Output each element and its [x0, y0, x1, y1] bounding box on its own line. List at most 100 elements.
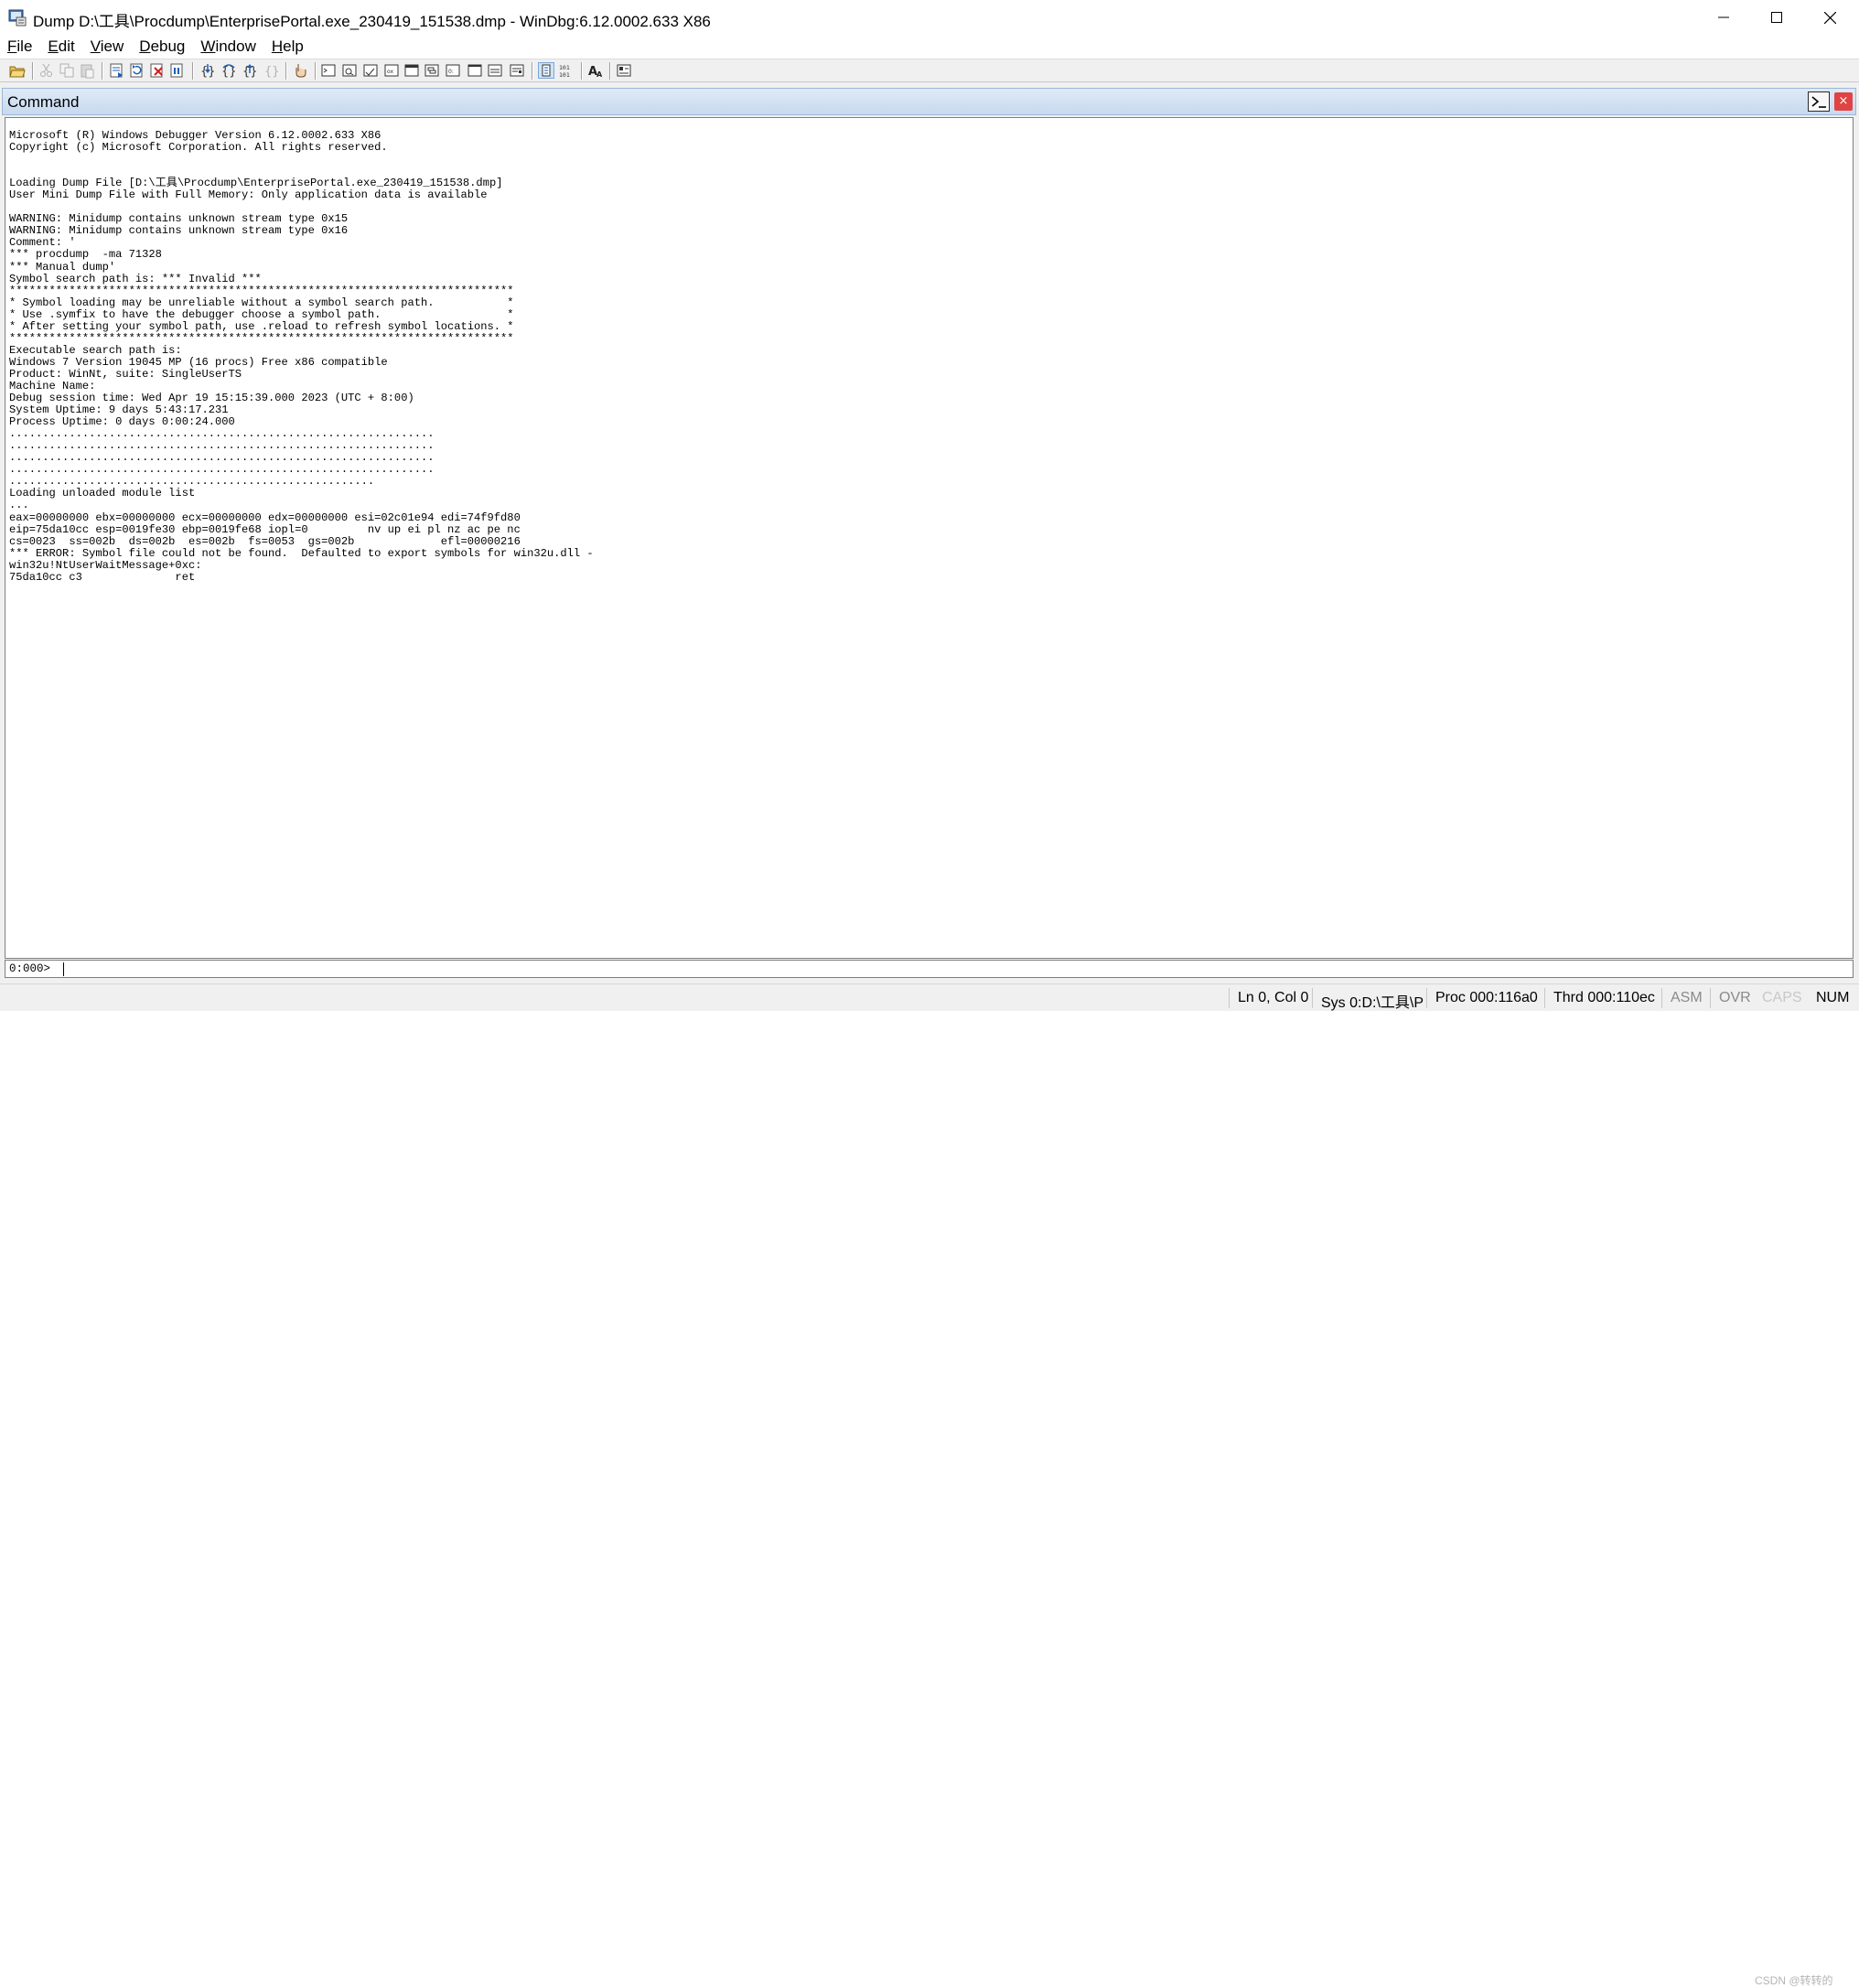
- call-stack-window-icon[interactable]: [424, 62, 440, 79]
- output-line: ........................................…: [9, 451, 435, 465]
- status-sys: Sys 0:D:\工具\P: [1321, 995, 1424, 1011]
- menu-view[interactable]: View: [83, 36, 133, 58]
- console-toggle-button[interactable]: [1808, 91, 1830, 112]
- menu-window-mnemonic: W: [200, 38, 216, 55]
- command-output-text: Microsoft (R) Windows Debugger Version 6…: [5, 118, 1853, 584]
- menu-view-label: iew: [100, 38, 124, 55]
- output-line: eip=75da10cc esp=0019fe30 ebp=0019fe68 i…: [9, 522, 521, 536]
- svg-text:ox: ox: [387, 69, 393, 75]
- svg-text:101: 101: [559, 64, 570, 71]
- command-window-icon[interactable]: [320, 62, 337, 79]
- output-line: 75da10cc c3 ret: [9, 570, 196, 584]
- output-line: WARNING: Minidump contains unknown strea…: [9, 224, 349, 238]
- output-line: eax=00000000 ebx=00000000 ecx=00000000 e…: [9, 510, 521, 524]
- command-prompt-label: 0:000>: [9, 962, 51, 975]
- output-line: *** Manual dump': [9, 260, 116, 274]
- hex-mode-icon[interactable]: 101 101: [558, 62, 575, 79]
- step-out-icon[interactable]: {}: [242, 62, 258, 79]
- output-line: ...: [9, 499, 29, 512]
- output-line: ........................................…: [9, 427, 435, 441]
- minimize-button[interactable]: [1697, 0, 1750, 35]
- output-line: * After setting your symbol path, use .r…: [9, 319, 514, 333]
- memory-window-icon[interactable]: [403, 62, 420, 79]
- menu-file-label: ile: [16, 38, 33, 55]
- go-icon[interactable]: [109, 62, 125, 79]
- watch-window-icon[interactable]: [341, 62, 358, 79]
- options-window-icon[interactable]: [509, 62, 525, 79]
- menu-help-label: elp: [283, 38, 304, 55]
- output-line: Symbol search path is: *** Invalid ***: [9, 272, 262, 285]
- insert-breakpoint-icon[interactable]: [292, 62, 308, 79]
- paste-icon[interactable]: [79, 62, 95, 79]
- command-output[interactable]: Microsoft (R) Windows Debugger Version 6…: [5, 117, 1854, 959]
- windbg-app-icon: [8, 8, 27, 27]
- close-button[interactable]: [1803, 0, 1856, 35]
- minimize-icon: [1718, 16, 1729, 18]
- menu-help[interactable]: Help: [264, 36, 312, 58]
- options-icon[interactable]: [616, 62, 632, 79]
- svg-text:101: 101: [559, 71, 570, 79]
- output-line: Microsoft (R) Windows Debugger Version 6…: [9, 129, 381, 142]
- maximize-button[interactable]: [1750, 0, 1803, 35]
- output-line: System Uptime: 9 days 5:43:17.231: [9, 403, 229, 417]
- windbg-window: Dump D:\工具\Procdump\EnterprisePortal.exe…: [0, 0, 1859, 1987]
- output-line: Copyright (c) Microsoft Corporation. All…: [9, 141, 388, 155]
- run-to-cursor-icon[interactable]: {}: [263, 62, 280, 79]
- output-line: Loading Dump File [D:\工具\Procdump\Enterp…: [9, 177, 503, 190]
- menu-window[interactable]: Window: [193, 36, 263, 58]
- processes-threads-icon[interactable]: [487, 62, 503, 79]
- step-into-icon[interactable]: {}: [199, 62, 216, 79]
- close-icon: [1823, 11, 1836, 24]
- menu-file[interactable]: File: [0, 36, 40, 58]
- menu-file-mnemonic: F: [7, 38, 17, 55]
- registers-window-icon[interactable]: ox: [383, 62, 400, 79]
- output-line: ****************************************…: [9, 284, 514, 297]
- status-bar: Ln 0, Col 0 Sys 0:D:\工具\P Proc 000:116a0…: [0, 983, 1859, 1987]
- locals-window-icon[interactable]: [362, 62, 379, 79]
- close-icon: ×: [1838, 94, 1849, 108]
- command-window-header: Command ×: [2, 88, 1856, 115]
- output-line: User Mini Dump File with Full Memory: On…: [9, 188, 488, 202]
- stop-debugging-icon[interactable]: [149, 62, 166, 79]
- menu-bar: File Edit View Debug Window Help: [0, 35, 1859, 59]
- output-line: ........................................…: [9, 463, 435, 477]
- output-line: win32u!NtUserWaitMessage+0xc:: [9, 558, 202, 572]
- output-line: ........................................…: [9, 439, 435, 453]
- cut-icon[interactable]: [38, 62, 55, 79]
- menu-edit-label: dit: [58, 38, 75, 55]
- output-line: ****************************************…: [9, 331, 514, 345]
- status-caps: CAPS: [1762, 990, 1802, 1005]
- menu-debug[interactable]: Debug: [132, 36, 193, 58]
- menu-debug-label: ebug: [150, 38, 186, 55]
- disassembly-window-icon[interactable]: 0:: [445, 62, 461, 79]
- open-file-icon[interactable]: [9, 62, 26, 79]
- font-icon[interactable]: AA: [587, 62, 604, 79]
- source-mode-icon[interactable]: [538, 62, 554, 79]
- menu-help-mnemonic: H: [271, 38, 284, 55]
- break-icon[interactable]: [169, 62, 186, 79]
- status-proc: Proc 000:116a0: [1435, 990, 1538, 1005]
- output-line: cs=0023 ss=002b ds=002b es=002b fs=0053 …: [9, 534, 521, 548]
- toolbar: {} {} {} {} ox: [0, 59, 1859, 82]
- menu-view-mnemonic: V: [90, 38, 101, 55]
- close-command-window-button[interactable]: ×: [1834, 92, 1853, 111]
- output-line: Process Uptime: 0 days 0:00:24.000: [9, 415, 235, 429]
- watermark: CSDN @转转的: [1755, 1974, 1833, 1987]
- menu-window-label: indow: [215, 38, 256, 55]
- menu-edit[interactable]: Edit: [40, 36, 82, 58]
- restart-icon[interactable]: [129, 62, 145, 79]
- status-asm: ASM: [1671, 990, 1703, 1005]
- scratch-pad-icon[interactable]: [467, 62, 483, 79]
- output-line: Executable search path is:: [9, 343, 182, 357]
- window-title: Dump D:\工具\Procdump\EnterprisePortal.exe…: [33, 13, 711, 30]
- output-line: ........................................…: [9, 475, 375, 489]
- copy-icon[interactable]: [59, 62, 75, 79]
- output-line: * Use .symfix to have the debugger choos…: [9, 307, 514, 321]
- step-over-icon[interactable]: {}: [220, 62, 237, 79]
- status-position: Ln 0, Col 0: [1238, 990, 1309, 1005]
- title-bar: Dump D:\工具\Procdump\EnterprisePortal.exe…: [0, 0, 1859, 35]
- command-window-title: Command: [7, 93, 80, 111]
- output-line: * Symbol loading may be unreliable witho…: [9, 296, 514, 309]
- output-line: WARNING: Minidump contains unknown strea…: [9, 212, 349, 226]
- command-input[interactable]: [60, 962, 1799, 976]
